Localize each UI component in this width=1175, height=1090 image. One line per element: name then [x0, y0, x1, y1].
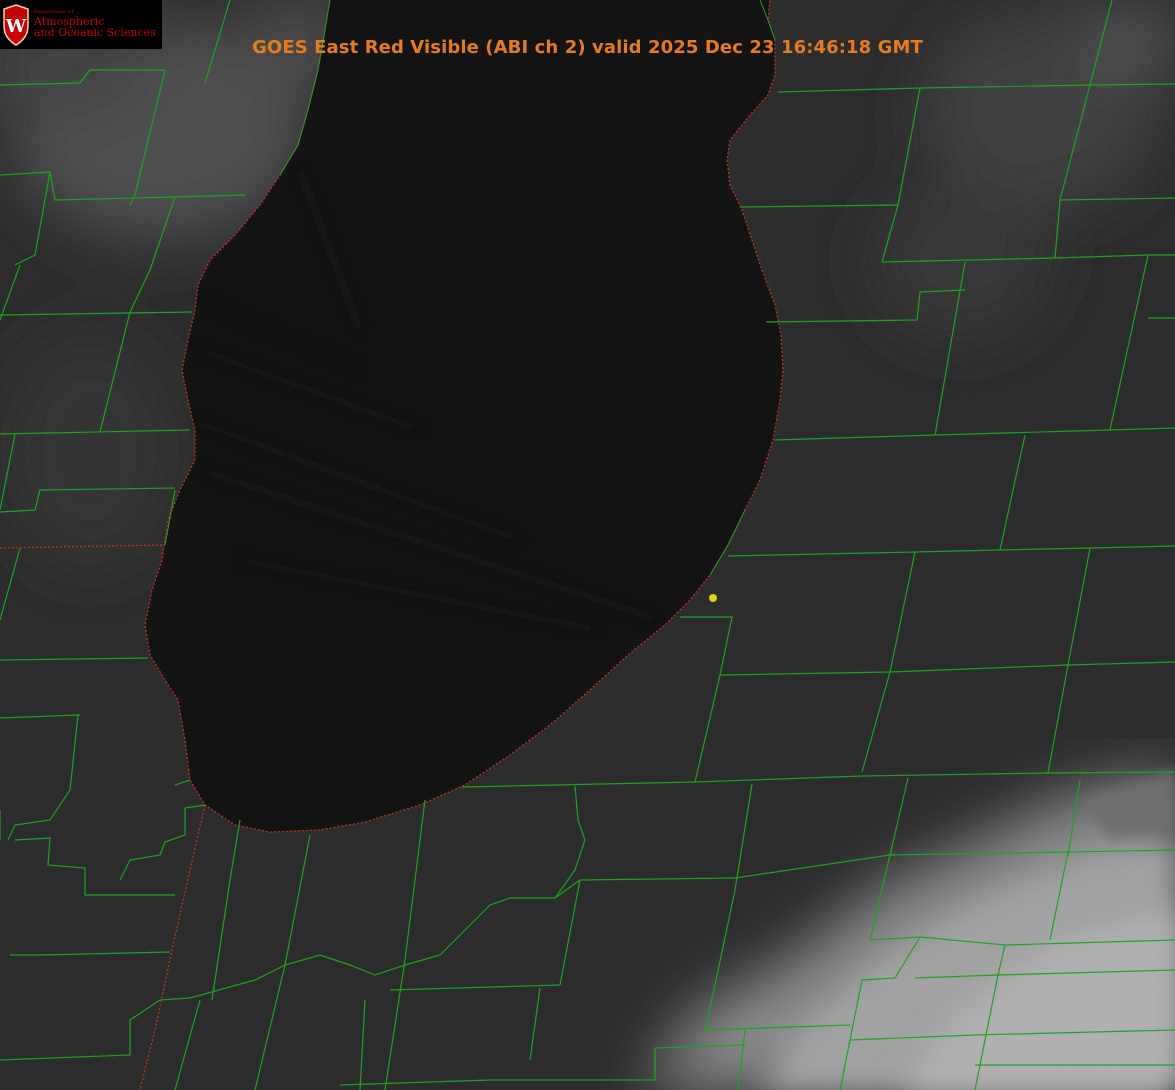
uw-crest-letter: W [5, 16, 27, 37]
satellite-map [0, 0, 1175, 1090]
image-title: GOES East Red Visible (ABI ch 2) valid 2… [252, 37, 923, 58]
image-grain [0, 0, 1175, 1090]
location-marker-icon [709, 594, 717, 602]
logo-text: Department of Atmospheric and Oceanic Sc… [34, 10, 156, 39]
